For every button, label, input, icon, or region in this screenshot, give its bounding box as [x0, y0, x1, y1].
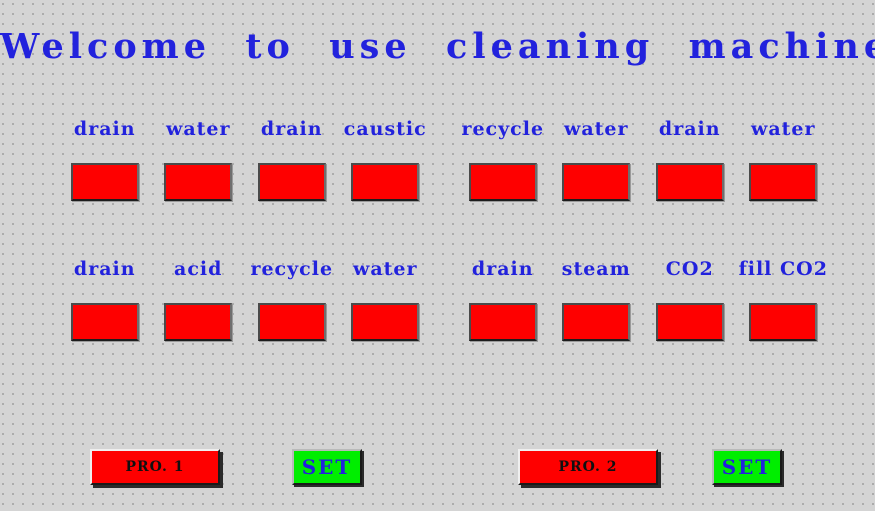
- step-cell-1-8: water: [737, 118, 831, 210]
- step-cell-2-6: steam: [550, 258, 644, 350]
- step-cell-2-2: acid: [152, 258, 246, 350]
- set-program-2-button[interactable]: SET: [712, 449, 782, 485]
- step-cell-1-7: drain: [643, 118, 737, 210]
- step-label-2-2: acid: [174, 258, 223, 280]
- step-indicator-1-5[interactable]: [468, 163, 537, 201]
- step-indicator-1-2[interactable]: [164, 163, 233, 201]
- step-label-1-3: drain: [260, 118, 323, 140]
- step-cell-2-1: drain: [58, 258, 152, 350]
- step-cell-1-2: water: [152, 118, 246, 210]
- step-indicator-1-4[interactable]: [351, 163, 420, 201]
- step-label-2-6: steam: [561, 258, 631, 280]
- step-cell-1-6: water: [550, 118, 644, 210]
- step-label-2-1: drain: [73, 258, 136, 280]
- step-label-1-1: drain: [73, 118, 136, 140]
- step-row-1-left-group: drain water drain caustic: [58, 118, 432, 210]
- step-indicator-1-3[interactable]: [257, 163, 326, 201]
- hmi-screen: Welcome to use cleaning machine drain wa…: [0, 0, 875, 511]
- step-indicator-2-3[interactable]: [257, 303, 326, 341]
- step-cell-2-5: drain: [456, 258, 550, 350]
- step-cell-2-8: fill CO2: [737, 258, 831, 350]
- step-label-1-5: recycle: [461, 118, 545, 140]
- step-indicator-2-6[interactable]: [562, 303, 631, 341]
- step-label-1-2: water: [165, 118, 231, 140]
- step-cell-1-5: recycle: [456, 118, 550, 210]
- page-title: Welcome to use cleaning machine: [0, 26, 875, 67]
- step-indicator-2-2[interactable]: [164, 303, 233, 341]
- step-indicator-1-8[interactable]: [749, 163, 818, 201]
- step-label-1-4: caustic: [343, 118, 427, 140]
- step-label-1-6: water: [563, 118, 629, 140]
- step-label-1-7: drain: [658, 118, 721, 140]
- step-cell-2-3: recycle: [245, 258, 339, 350]
- step-cell-1-4: caustic: [339, 118, 433, 210]
- step-indicator-2-4[interactable]: [351, 303, 420, 341]
- step-indicator-2-5[interactable]: [468, 303, 537, 341]
- step-indicator-2-8[interactable]: [749, 303, 818, 341]
- step-label-2-4: water: [352, 258, 418, 280]
- step-row-1: drain water drain caustic recycle water …: [58, 118, 830, 210]
- step-indicator-1-7[interactable]: [655, 163, 724, 201]
- step-indicator-2-1[interactable]: [70, 303, 139, 341]
- step-cell-1-1: drain: [58, 118, 152, 210]
- step-label-2-7: CO2: [665, 258, 714, 280]
- step-label-2-5: drain: [471, 258, 534, 280]
- step-row-2-right-group: drain steam CO2 fill CO2: [456, 258, 830, 350]
- step-label-2-8: fill CO2: [738, 258, 828, 280]
- step-cell-2-7: CO2: [643, 258, 737, 350]
- step-row-2: drain acid recycle water drain steam CO2…: [58, 258, 830, 350]
- step-label-1-8: water: [750, 118, 816, 140]
- step-cell-1-3: drain: [245, 118, 339, 210]
- step-label-2-3: recycle: [250, 258, 334, 280]
- step-row-2-left-group: drain acid recycle water: [58, 258, 432, 350]
- step-row-1-right-group: recycle water drain water: [456, 118, 830, 210]
- command-button-bar: PRO. 1 SET PRO. 2 SET: [0, 447, 875, 493]
- set-program-1-button[interactable]: SET: [292, 449, 362, 485]
- step-indicator-1-1[interactable]: [70, 163, 139, 201]
- step-indicator-2-7[interactable]: [655, 303, 724, 341]
- step-indicator-1-6[interactable]: [562, 163, 631, 201]
- step-cell-2-4: water: [339, 258, 433, 350]
- program-1-button[interactable]: PRO. 1: [90, 449, 220, 485]
- program-2-button[interactable]: PRO. 2: [518, 449, 658, 485]
